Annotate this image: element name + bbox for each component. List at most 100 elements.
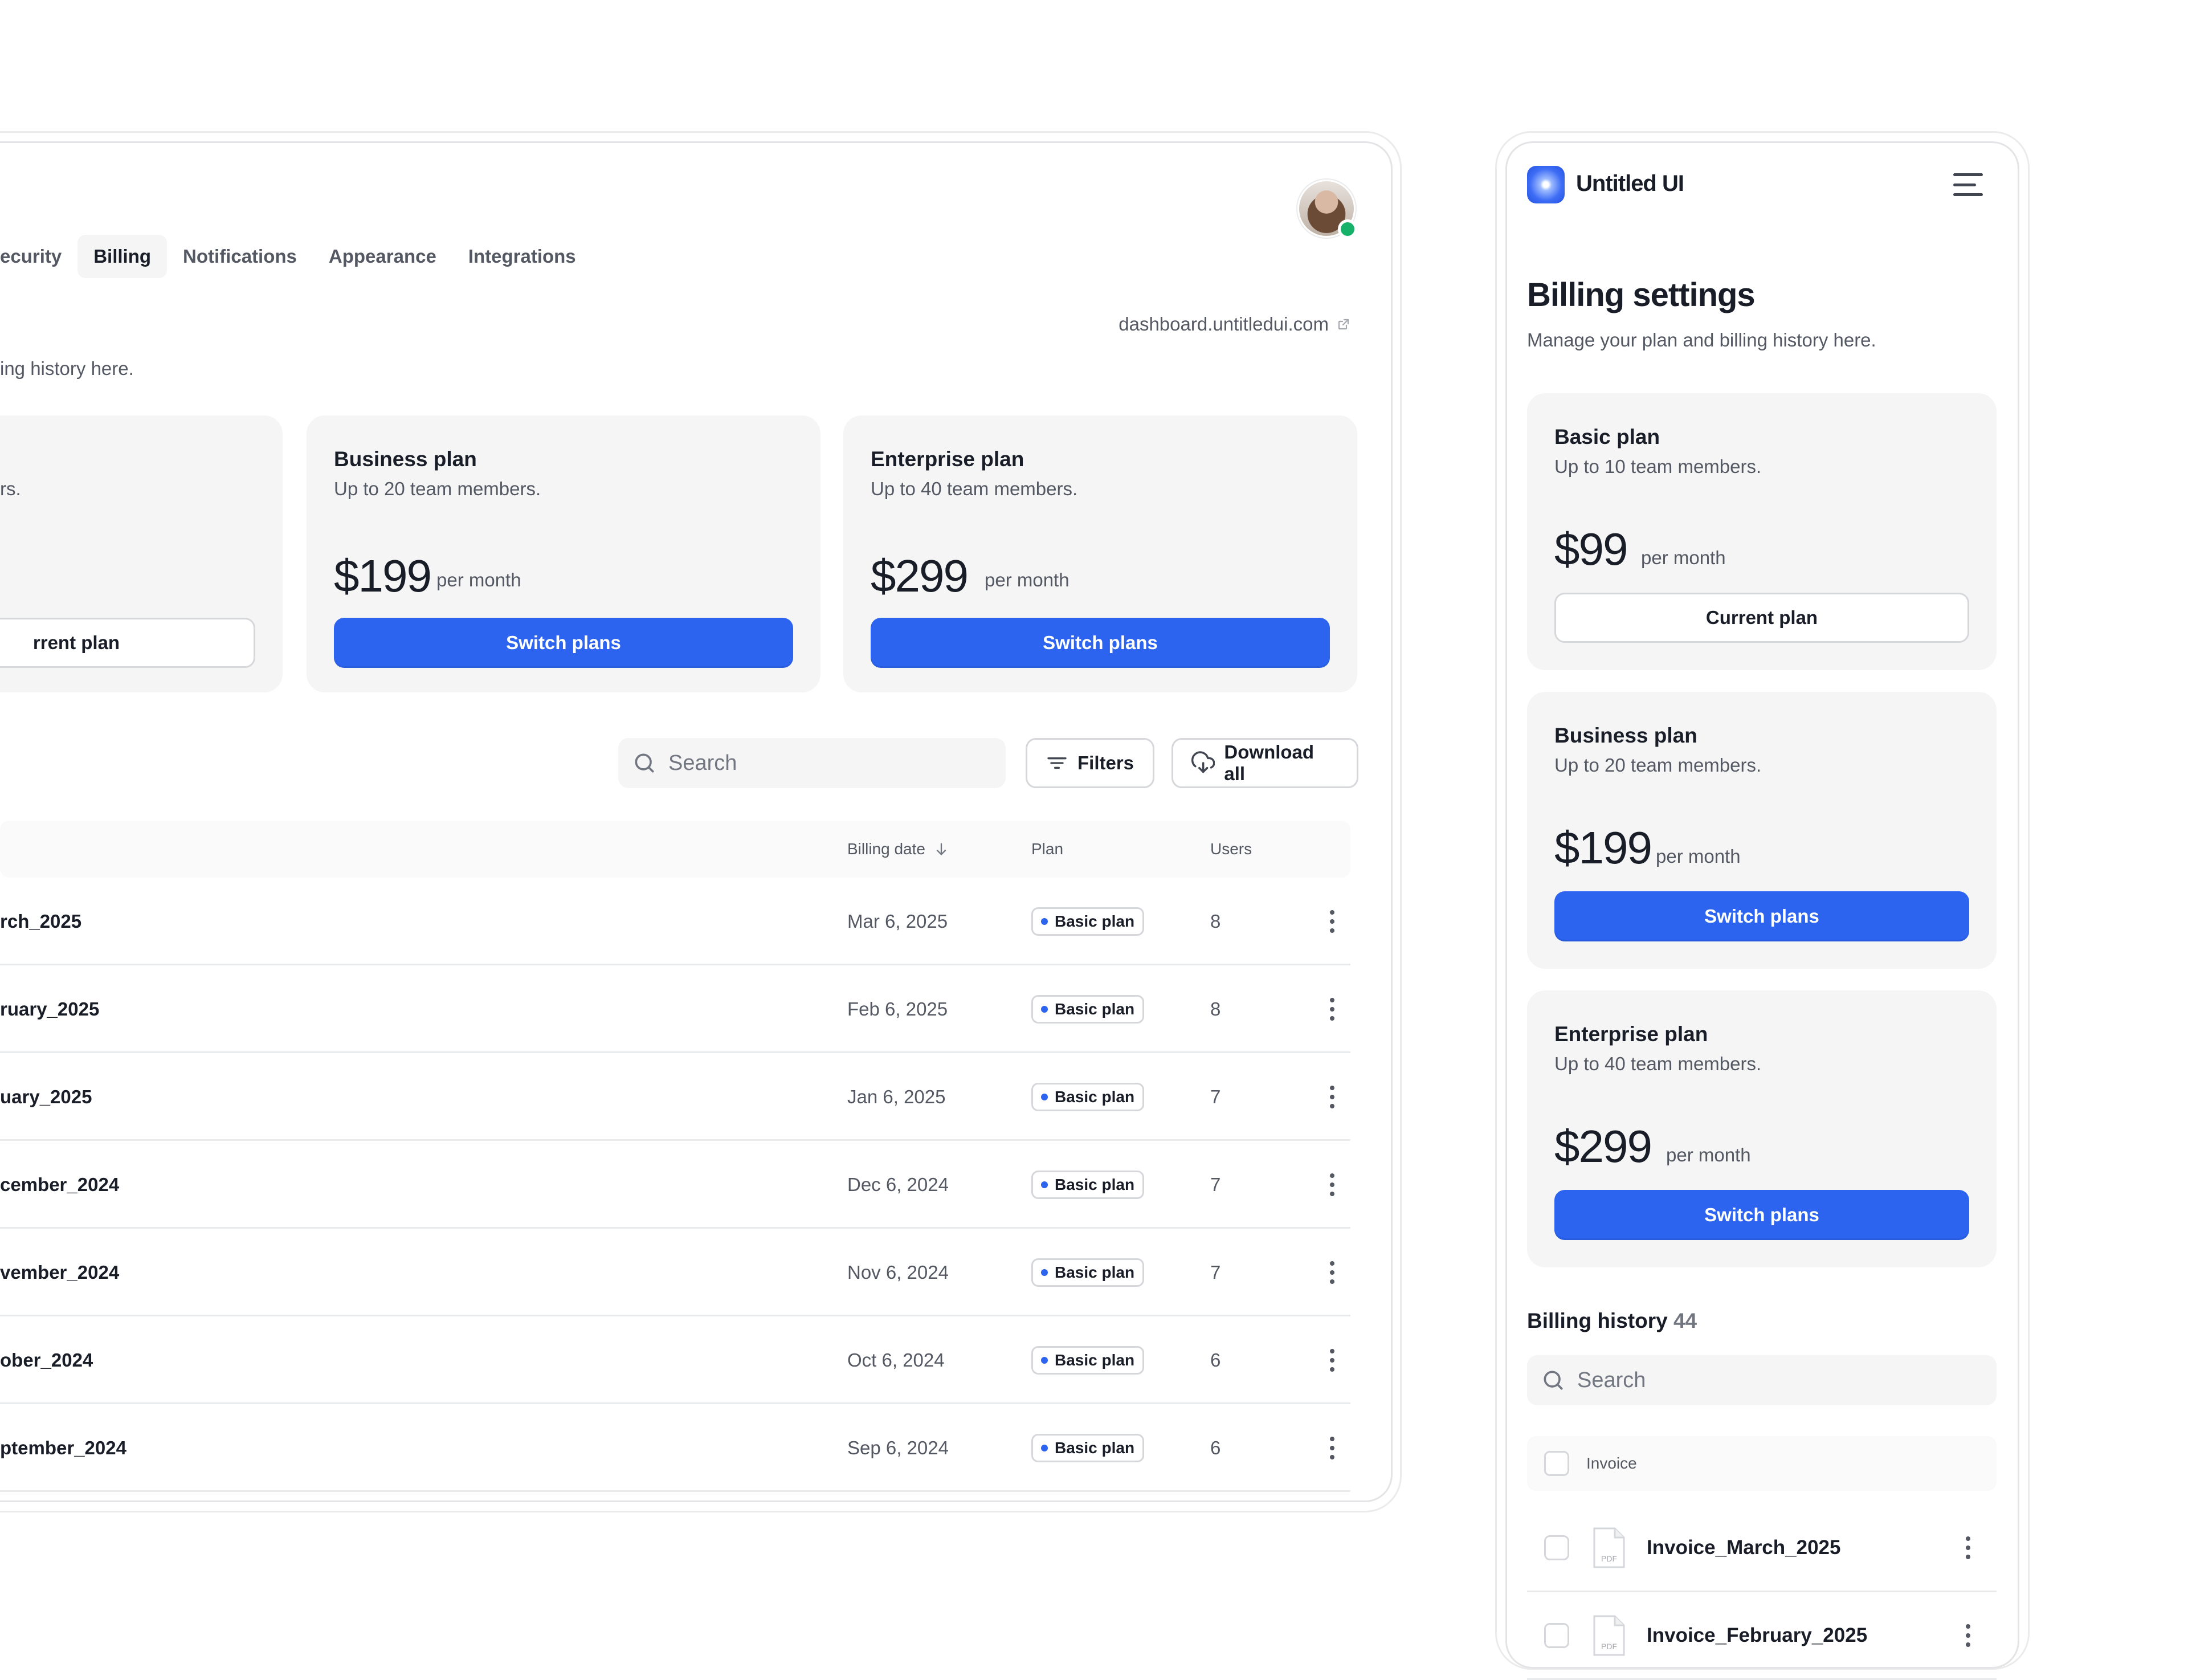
plan-card-enterprise: Enterprise plan Up to 40 team members. $… [843, 415, 1357, 692]
plan-description: Up to 20 team members. [1554, 755, 1762, 776]
plan-badge: Basic plan [1031, 1171, 1145, 1199]
file-type-label: PDF [1601, 1642, 1617, 1651]
table-row: rch_2025 Mar 6, 2025 Basic plan 8 [0, 878, 1350, 965]
plan-card-business: Business plan Up to 20 team members. $19… [307, 415, 820, 692]
current-plan-button[interactable]: Current plan [1554, 593, 1969, 643]
plan-price: $99 [1554, 524, 1628, 574]
pdf-file-icon: PDF [1593, 1615, 1625, 1655]
table-row: cember_2024 Dec 6, 2024 Basic plan 7 [0, 1141, 1350, 1229]
current-plan-button[interactable]: rrent plan [0, 618, 255, 668]
download-all-label: Download all [1224, 741, 1315, 784]
row-checkbox[interactable] [1544, 1622, 1569, 1648]
plan-period: per month [1641, 547, 1726, 568]
plan-description: Up to 10 team members. [1554, 456, 1762, 477]
pdf-file-icon: PDF [1593, 1527, 1625, 1568]
switch-plans-button[interactable]: Switch plans [334, 618, 793, 668]
invoice-name: Invoice_February_2025 [1647, 1624, 1868, 1646]
plan-badge: Basic plan [1031, 1258, 1145, 1287]
plan-title: Basic plan [1554, 425, 1660, 448]
plan-price: $299 [871, 551, 969, 601]
users-count: 7 [1210, 1262, 1221, 1283]
tab-integrations[interactable]: Integrations [452, 235, 592, 278]
plan-period: per month [985, 569, 1069, 590]
plan-badge-cell: Basic plan [1031, 1316, 1145, 1404]
file-type-label: PDF [1601, 1554, 1617, 1563]
plan-period: per month [1656, 846, 1741, 867]
table-header: Billing date Plan Users [0, 821, 1350, 878]
row-actions [1321, 1404, 1344, 1492]
switch-plans-button[interactable]: Switch plans [1554, 891, 1969, 941]
switch-plans-button[interactable]: Switch plans [871, 618, 1330, 668]
row-actions [1321, 1316, 1344, 1404]
more-options-icon[interactable] [1321, 1080, 1344, 1114]
plan-period: per month [1666, 1144, 1751, 1165]
invoice-name: vember_2024 [0, 1262, 120, 1283]
billing-date: Feb 6, 2025 [847, 998, 948, 1020]
more-options-icon[interactable] [1321, 1343, 1344, 1377]
filters-button[interactable]: Filters [1026, 738, 1154, 788]
users-count: 6 [1210, 1349, 1221, 1371]
logo-icon [1527, 166, 1565, 203]
plan-badge-label: Basic plan [1055, 1176, 1135, 1193]
more-options-icon[interactable] [1321, 1255, 1344, 1290]
row-actions [1321, 965, 1344, 1053]
billing-date: Jan 6, 2025 [847, 1086, 946, 1107]
table-row: vember_2024 Nov 6, 2024 Basic plan 7 [0, 1229, 1350, 1316]
plan-title: Enterprise plan [1554, 1022, 1708, 1046]
plan-badge-cell: Basic plan [1031, 878, 1145, 965]
more-options-icon[interactable] [1957, 1531, 1979, 1565]
tab-notifications[interactable]: Notifications [167, 235, 313, 278]
column-users: Users [1210, 840, 1252, 858]
invoice-row: PDF Invoice_March_2025 [1527, 1504, 1997, 1592]
billing-history-count: 44 [1673, 1309, 1697, 1332]
row-actions [1321, 1229, 1344, 1316]
more-options-icon[interactable] [1321, 992, 1344, 1026]
plan-title: Business plan [1554, 724, 1697, 747]
row-actions [1321, 878, 1344, 965]
badge-dot [1041, 1445, 1048, 1451]
more-options-icon[interactable] [1321, 904, 1344, 939]
switch-plans-button[interactable]: Switch plans [1554, 1190, 1969, 1240]
search-placeholder: Search [1577, 1368, 1646, 1392]
mobile-search-input[interactable]: Search [1527, 1355, 1997, 1405]
tab-security[interactable]: ecurity [0, 235, 77, 278]
column-billing-date[interactable]: Billing date [847, 821, 949, 878]
more-options-icon[interactable] [1957, 1618, 1979, 1653]
badge-dot [1041, 1269, 1048, 1276]
column-invoice: Invoice [1586, 1454, 1637, 1472]
tab-billing[interactable]: Billing [77, 235, 168, 278]
menu-icon[interactable] [1953, 173, 1983, 196]
invoice-name: rch_2025 [0, 911, 82, 932]
invoice-name: cember_2024 [0, 1174, 120, 1195]
download-all-button[interactable]: Download all [1171, 738, 1358, 788]
billing-date: Sep 6, 2024 [847, 1437, 949, 1458]
tab-appearance[interactable]: Appearance [313, 235, 452, 278]
row-actions [1321, 1053, 1344, 1141]
more-options-icon[interactable] [1321, 1168, 1344, 1202]
users-count: 8 [1210, 998, 1221, 1020]
plan-badge-label: Basic plan [1055, 1000, 1135, 1018]
dashboard-link[interactable]: dashboard.untitledui.com [1119, 313, 1350, 335]
row-checkbox[interactable] [1544, 1535, 1569, 1560]
search-placeholder: Search [668, 751, 737, 775]
users-count: 8 [1210, 911, 1221, 932]
page-subtitle: ing history here. [0, 358, 134, 379]
billing-date: Oct 6, 2024 [847, 1349, 945, 1371]
brand-name: Untitled UI [1576, 171, 1684, 196]
plan-badge: Basic plan [1031, 1434, 1145, 1462]
search-input[interactable]: Search [618, 738, 1006, 788]
more-options-icon[interactable] [1321, 1431, 1344, 1465]
table-row: uary_2025 Jan 6, 2025 Basic plan 7 [0, 1053, 1350, 1141]
plan-period: per month [436, 569, 521, 590]
plan-badge-label: Basic plan [1055, 1088, 1135, 1106]
plan-description: Up to 40 team members. [1554, 1053, 1762, 1074]
select-all-checkbox[interactable] [1544, 1451, 1569, 1476]
plan-description: rs. [0, 478, 21, 499]
plan-card-basic: rs. rrent plan [0, 415, 283, 692]
plan-description: Up to 20 team members. [334, 478, 541, 499]
badge-dot [1041, 1094, 1048, 1100]
plan-badge-cell: Basic plan [1031, 1053, 1145, 1141]
invoice-name: Invoice_March_2025 [1647, 1536, 1841, 1559]
invoice-name: ptember_2024 [0, 1437, 126, 1458]
filter-lines-icon [1047, 757, 1067, 769]
